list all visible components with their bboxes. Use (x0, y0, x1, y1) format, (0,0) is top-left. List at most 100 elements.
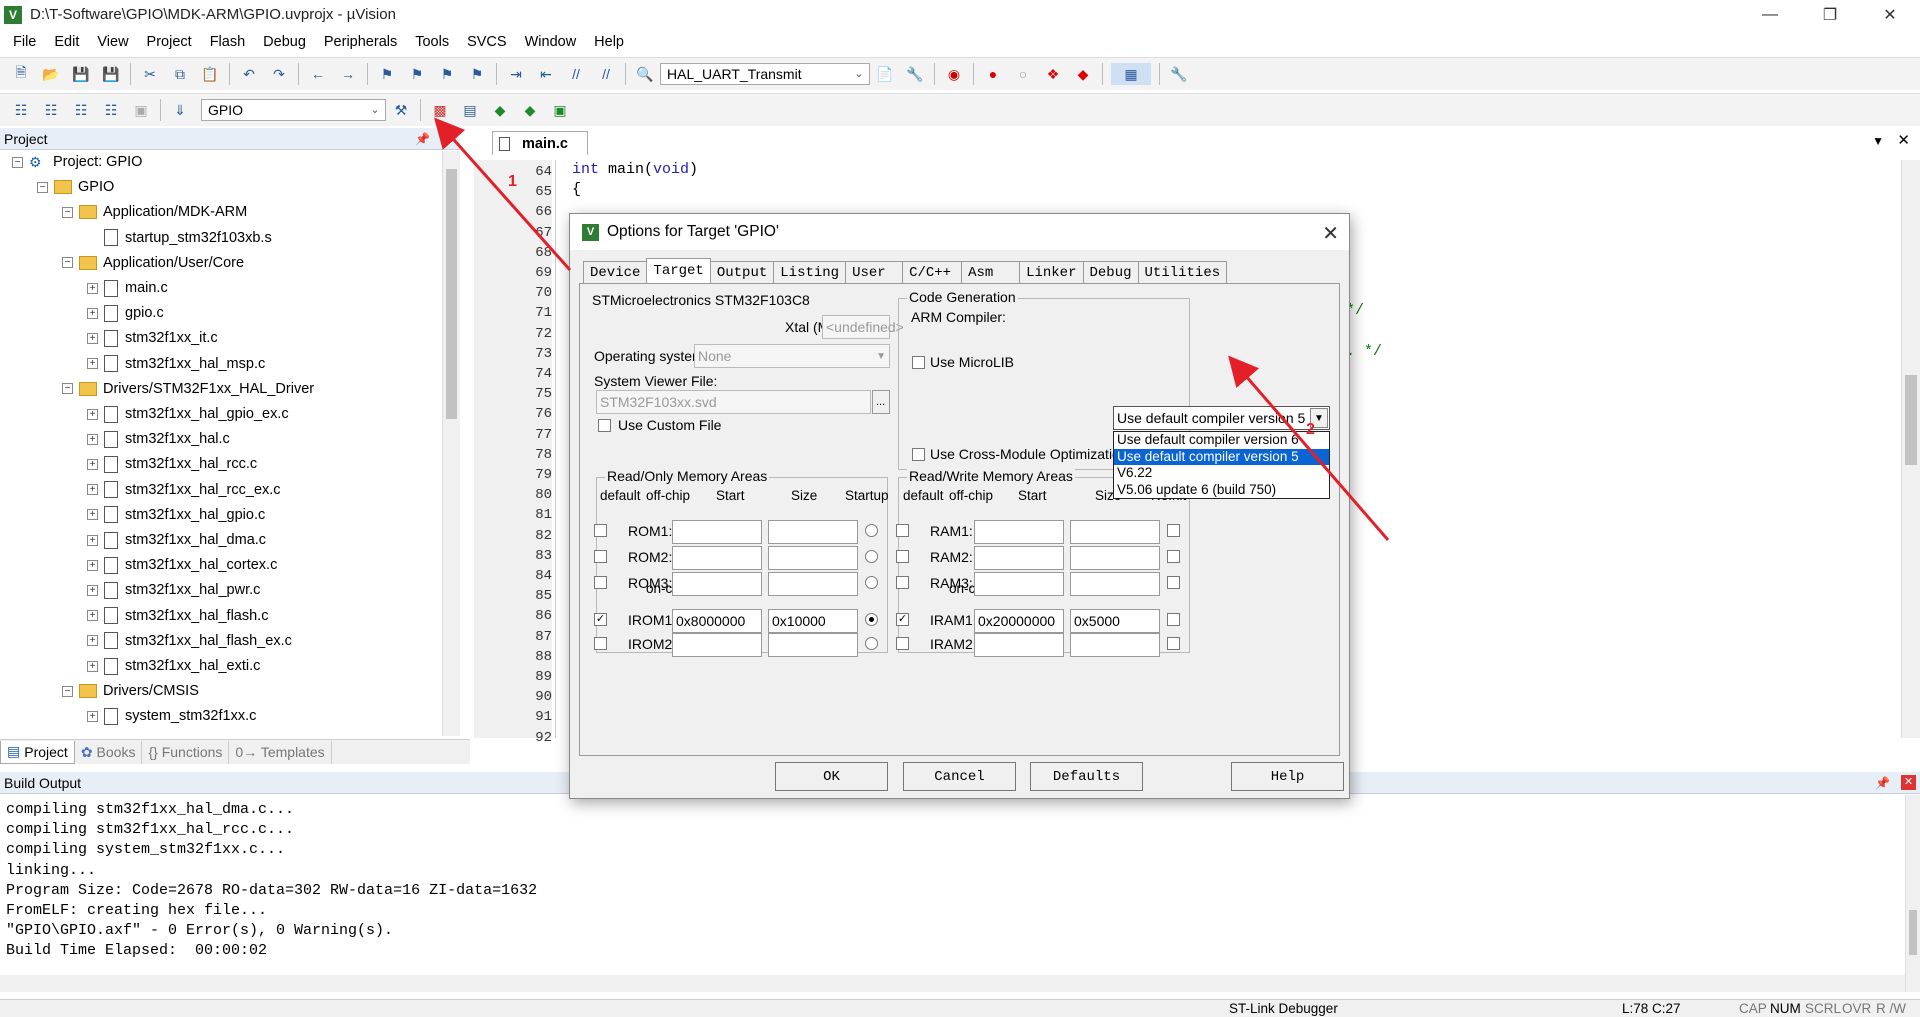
new-file-icon[interactable]: 🗎 (10, 63, 32, 85)
breakpoint-disable-icon[interactable]: ○ (1012, 63, 1034, 85)
default-checkbox[interactable] (594, 576, 607, 589)
default-checkbox[interactable] (594, 637, 607, 650)
memory-start-field[interactable]: 0x8000000 (672, 609, 762, 633)
find-in-files-icon[interactable]: 🔍 (634, 63, 656, 85)
breakpoint-icon[interactable]: ● (982, 63, 1004, 85)
expand-icon[interactable]: + (87, 584, 98, 596)
save-all-icon[interactable]: 💾 (100, 63, 122, 85)
menu-view[interactable]: View (88, 34, 137, 50)
expand-icon[interactable]: + (87, 484, 98, 496)
default-checkbox[interactable] (896, 550, 909, 563)
tab-user[interactable]: User (845, 261, 904, 283)
use-microlib-checkbox[interactable] (912, 356, 925, 369)
copy-icon[interactable]: ⧉ (169, 63, 191, 85)
default-checkbox[interactable] (594, 550, 607, 563)
select-packs-icon[interactable]: ◆ (489, 99, 511, 121)
pack-installer-icon[interactable]: ◆ (519, 99, 541, 121)
open-file-icon[interactable]: 📂 (40, 63, 62, 85)
noinit-checkbox[interactable] (1167, 576, 1180, 589)
tree-file-item[interactable]: + stm32f1xx_hal_exti.c (87, 655, 260, 677)
tree-file-item[interactable]: startup_stm32f103xb.s (87, 227, 272, 249)
tab-menu-icon[interactable]: ▼ (1872, 134, 1884, 148)
startup-radio[interactable] (865, 550, 878, 563)
build-output-vscrollbar[interactable] (1905, 795, 1920, 992)
translate-icon[interactable]: ☷ (10, 99, 32, 121)
default-checkbox[interactable] (896, 576, 909, 589)
expand-icon[interactable]: + (87, 307, 98, 319)
tree-folder-item[interactable]: − Application/User/Core (62, 252, 244, 274)
paste-icon[interactable]: 📋 (199, 63, 221, 85)
expand-icon[interactable]: + (87, 660, 98, 672)
tree-folder-item[interactable]: − Drivers/STM32F1xx_HAL_Driver (62, 378, 314, 400)
memory-size-field[interactable]: 0x10000 (768, 609, 858, 633)
minimize-button[interactable]: — (1740, 0, 1800, 29)
tab-main-c[interactable]: main.c (492, 131, 588, 155)
collapse-icon[interactable]: − (37, 181, 48, 193)
expand-icon[interactable]: + (87, 408, 98, 420)
tab-utilities[interactable]: Utilities (1137, 261, 1228, 283)
tree-file-item[interactable]: + gpio.c (87, 302, 164, 324)
bookmark-prev-icon[interactable]: ⚑ (406, 63, 428, 85)
arm-compiler-select[interactable]: Use default compiler version 5 ▼ (1113, 406, 1330, 430)
configure-icon[interactable]: 🔧 (1168, 63, 1190, 85)
build-output-hscrollbar[interactable] (0, 975, 1905, 992)
memory-size-field[interactable] (1070, 572, 1160, 596)
memory-size-field[interactable]: 0x5000 (1070, 609, 1160, 633)
memory-start-field[interactable] (974, 633, 1064, 657)
startup-radio[interactable] (865, 524, 878, 537)
memory-size-field[interactable] (768, 633, 858, 657)
memory-size-field[interactable] (768, 572, 858, 596)
tree-file-item[interactable]: + stm32f1xx_hal_flash.c (87, 605, 268, 627)
tab-project[interactable]: ▤ Project (0, 740, 75, 764)
comment-icon[interactable]: // (565, 63, 587, 85)
memory-size-field[interactable] (1070, 520, 1160, 544)
noinit-checkbox[interactable] (1167, 550, 1180, 563)
startup-radio[interactable] (865, 637, 878, 650)
tab-listing[interactable]: Listing (773, 261, 847, 283)
find-icon[interactable]: 📄 (874, 63, 896, 85)
unindent-icon[interactable]: ⇤ (535, 63, 557, 85)
startup-radio[interactable] (865, 613, 878, 626)
menu-window[interactable]: Window (516, 34, 586, 50)
tree-file-item[interactable]: + stm32f1xx_hal_rcc.c (87, 453, 257, 475)
tab-linker[interactable]: Linker (1019, 261, 1084, 283)
expand-icon[interactable]: + (87, 559, 98, 571)
download-icon[interactable]: ⇓ (169, 99, 191, 121)
restore-button[interactable]: ❐ (1800, 0, 1860, 29)
tree-file-item[interactable]: + stm32f1xx_hal_rcc_ex.c (87, 479, 281, 501)
cancel-button[interactable]: Cancel (903, 762, 1016, 791)
tree-file-item[interactable]: + stm32f1xx_hal_flash_ex.c (87, 630, 292, 652)
expand-icon[interactable]: + (87, 710, 98, 722)
compiler-option-v5-06[interactable]: V5.06 update 6 (build 750) (1114, 482, 1329, 499)
dialog-close-icon[interactable]: ✕ (1322, 221, 1339, 246)
collapse-icon[interactable]: − (62, 257, 73, 269)
menu-project[interactable]: Project (138, 34, 201, 50)
expand-icon[interactable]: + (87, 433, 98, 445)
tab-books[interactable]: ✿ Books (75, 740, 143, 764)
expand-icon[interactable]: + (87, 509, 98, 521)
memory-size-field[interactable] (768, 520, 858, 544)
close-tab-icon[interactable]: ✕ (1897, 131, 1910, 149)
tab-device[interactable]: Device (583, 261, 648, 283)
ok-button[interactable]: OK (775, 762, 888, 791)
menu-help[interactable]: Help (585, 34, 633, 50)
tree-file-item[interactable]: + stm32f1xx_it.c (87, 327, 218, 349)
tree-folder-item[interactable]: − GPIO (37, 176, 114, 198)
expand-icon[interactable]: + (87, 635, 98, 647)
incremental-find-icon[interactable]: 🔧 (904, 63, 926, 85)
memory-size-field[interactable] (1070, 633, 1160, 657)
collapse-icon[interactable]: − (12, 156, 23, 168)
batch-build-icon[interactable]: ☷ (100, 99, 122, 121)
collapse-icon[interactable]: − (62, 206, 73, 218)
default-checkbox[interactable] (896, 637, 909, 650)
svd-field[interactable]: STM32F103xx.svd (596, 390, 871, 414)
svd-browse-button[interactable]: ... (872, 390, 890, 414)
startup-radio[interactable] (865, 576, 878, 589)
tree-file-item[interactable]: + system_stm32f1xx.c (87, 705, 256, 727)
debug-session-icon[interactable]: ◉ (943, 63, 965, 85)
close-panel-icon[interactable]: ✕ (1901, 775, 1916, 790)
window-layout-icon[interactable]: ▦ (1111, 63, 1151, 85)
tree-file-item[interactable]: + stm32f1xx_hal_gpio.c (87, 504, 265, 526)
breakpoint-menu-icon[interactable]: ◆ (1072, 63, 1094, 85)
memory-start-field[interactable] (974, 572, 1064, 596)
